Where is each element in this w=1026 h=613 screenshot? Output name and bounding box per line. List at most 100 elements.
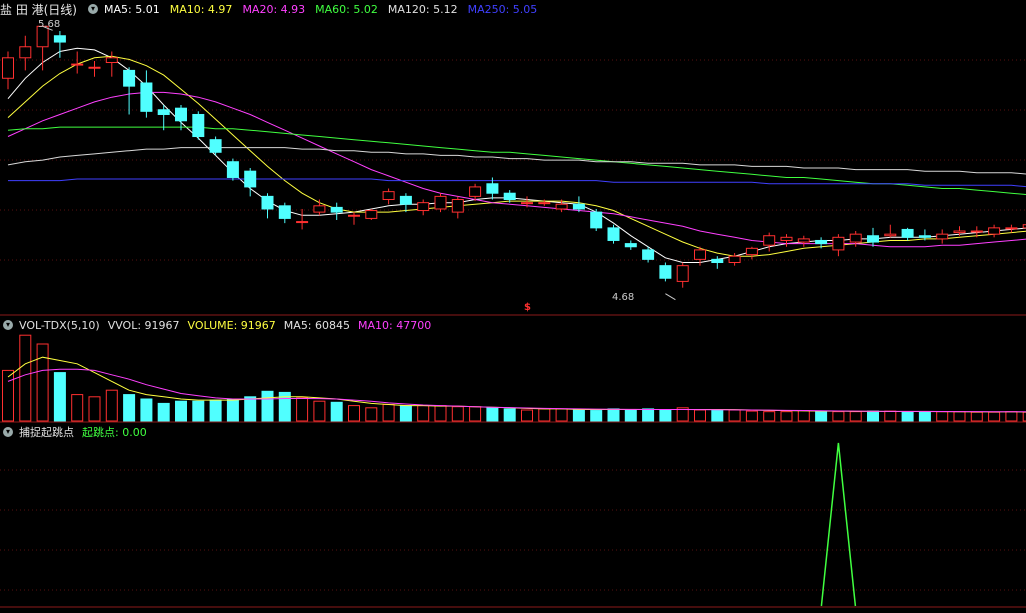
candle	[278, 205, 291, 219]
volume-bar	[417, 405, 430, 422]
volume-bar	[244, 396, 257, 422]
main-legend-3: MA60: 5.02	[315, 2, 378, 16]
candle	[348, 214, 360, 217]
main-header: 盐 田 港(日线) ▾ MA5: 5.01 MA10: 4.97 MA20: 4.9…	[0, 2, 537, 17]
candle	[590, 211, 603, 229]
vol-legend-0: VVOL: 91967	[107, 318, 180, 332]
volume-bar	[313, 400, 326, 422]
candle	[71, 63, 84, 66]
volume-bar	[988, 411, 1001, 422]
low-pointer	[665, 293, 676, 301]
volume-bar	[780, 411, 793, 422]
candle	[936, 233, 949, 240]
volume-bar	[175, 400, 187, 422]
ind-legend-0: 起跳点: 0.00	[82, 426, 147, 439]
signal-line	[820, 442, 857, 607]
volume-bar	[399, 405, 412, 422]
stock-title: 盐 田 港(日线)	[0, 2, 77, 17]
candle	[711, 258, 724, 264]
volume-bar	[192, 400, 205, 422]
volume-bar	[815, 410, 828, 422]
candle	[901, 228, 914, 238]
candle	[728, 255, 741, 264]
volume-bar	[469, 406, 482, 422]
volume-bar	[953, 411, 966, 422]
volume-bar	[365, 407, 378, 422]
ma60-line	[7, 126, 1026, 196]
candle	[261, 195, 274, 210]
chevron-down-icon[interactable]: ▾	[3, 427, 13, 437]
candle	[1005, 227, 1018, 230]
main-legend-4: MA120: 5.12	[387, 2, 458, 16]
volume-bar	[330, 401, 343, 422]
dollar-marker-icon: $	[524, 302, 531, 313]
low-price-label: 4.68	[612, 292, 635, 303]
candle	[780, 236, 793, 241]
volume-bar	[884, 410, 897, 422]
candle	[694, 249, 706, 260]
vol-legend-3: MA10: 47700	[358, 318, 432, 332]
candle	[209, 139, 222, 153]
vol-legend: VVOL: 91967 VOLUME: 91967 MA5: 60845 MA10: …	[108, 319, 432, 332]
candle	[451, 199, 464, 213]
chart-canvas	[0, 25, 1026, 608]
volume-bar	[503, 408, 516, 422]
volume-bar	[123, 394, 136, 422]
chevron-down-icon[interactable]: ▾	[88, 4, 98, 14]
indicator-header: ▾ 捕捉起跳点 起跳点: 0.00	[0, 425, 147, 439]
candle	[434, 195, 447, 210]
volume-bar	[659, 409, 672, 422]
vol-title: VOL-TDX(5,10)	[19, 318, 100, 332]
candle	[2, 57, 14, 79]
vol-legend-1: VOLUME: 91967	[187, 318, 276, 332]
candle	[330, 206, 343, 213]
volume-bar	[2, 369, 14, 422]
candle	[970, 230, 983, 233]
ma-legend: MA5: 5.01 MA10: 4.97 MA20: 4.93 MA60: 5.02 M…	[104, 3, 537, 16]
candle	[953, 230, 966, 234]
volume-bar	[261, 390, 274, 422]
volume-bar	[348, 405, 360, 422]
candle	[399, 195, 412, 205]
ma10-line	[7, 55, 1026, 257]
volume-bar	[209, 399, 222, 422]
volume-bar	[19, 334, 32, 422]
volume-bar	[53, 372, 66, 422]
volume-bar	[434, 405, 447, 422]
chevron-down-icon[interactable]: ▾	[3, 320, 13, 330]
stock-chart-window: 盐 田 港(日线) ▾ MA5: 5.01 MA10: 4.97 MA20: 4.9…	[0, 0, 1026, 613]
volume-bar	[642, 408, 655, 422]
volume-bar	[745, 410, 758, 422]
candle	[192, 113, 205, 138]
candle	[175, 107, 187, 122]
volume-bar	[901, 411, 914, 422]
volume-bar	[867, 410, 879, 422]
volume-bar	[521, 409, 533, 422]
vol-legend-2: MA5: 60845	[283, 318, 351, 332]
candle	[763, 235, 776, 246]
candle	[988, 227, 1001, 235]
volume-bar	[970, 411, 983, 422]
candle	[884, 233, 897, 237]
volume-bar	[226, 398, 239, 422]
volume-bar	[105, 389, 118, 422]
candle	[19, 46, 32, 59]
volume-bar	[590, 410, 603, 422]
ma120-line	[7, 147, 1026, 175]
candle	[538, 202, 551, 205]
candle	[105, 57, 118, 64]
candle	[572, 203, 585, 210]
volume-bar	[711, 409, 724, 422]
main-legend-2: MA20: 4.93	[242, 2, 306, 16]
candle	[123, 69, 136, 87]
candle	[745, 247, 758, 256]
volume-bar	[797, 410, 810, 422]
volume-bar	[918, 411, 931, 422]
candle	[503, 192, 516, 201]
candle	[313, 205, 326, 213]
volume-bar	[538, 408, 551, 422]
candle	[642, 249, 655, 260]
volume-bar	[382, 404, 395, 422]
candle	[832, 236, 845, 251]
candle	[849, 233, 862, 243]
